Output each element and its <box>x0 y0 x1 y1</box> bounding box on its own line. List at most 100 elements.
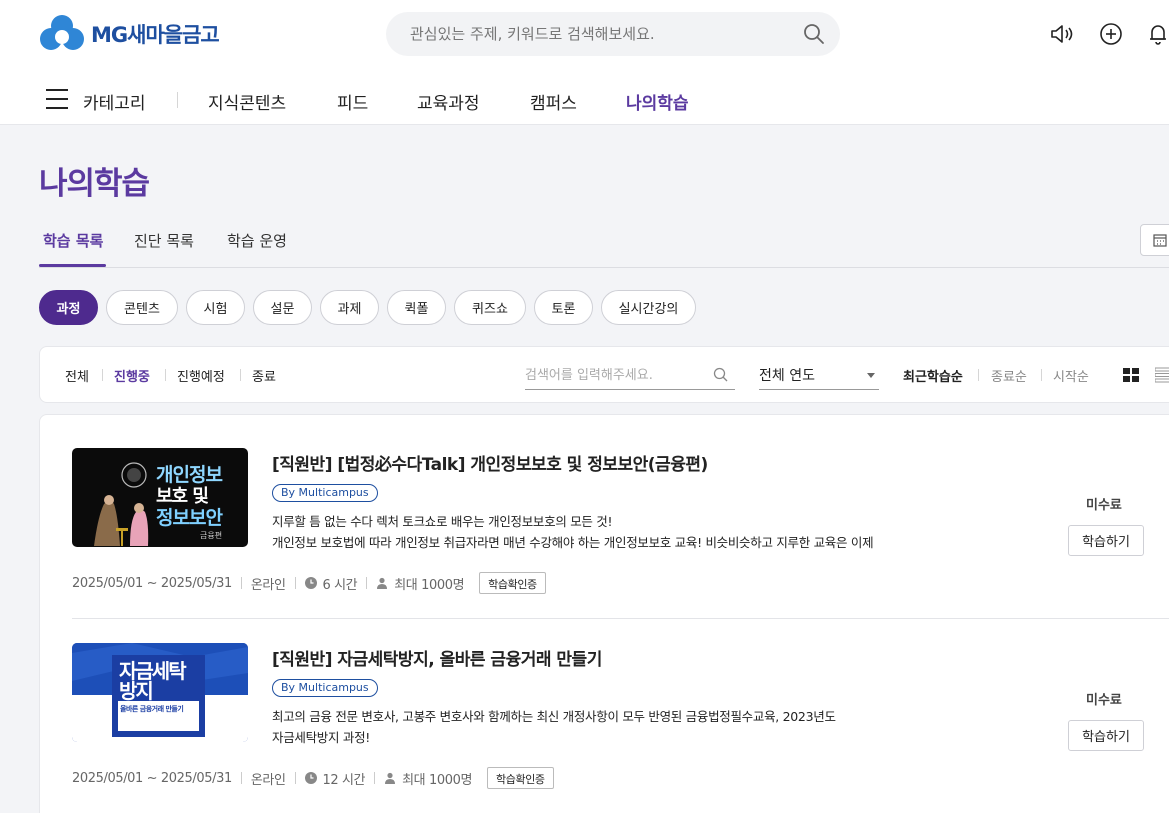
nav-category[interactable]: 카테고리 <box>83 89 146 114</box>
sort-start-date[interactable]: 시작순 <box>1053 366 1089 385</box>
sort-recent[interactable]: 최근학습순 <box>903 366 963 385</box>
status-ended[interactable]: 종료 <box>252 366 276 385</box>
status-upcoming[interactable]: 진행예정 <box>177 366 225 385</box>
course-capacity: 최대 1000명 <box>402 772 473 788</box>
person-icon <box>377 577 388 589</box>
course-hours: 12 시간 <box>322 772 366 788</box>
chip-content[interactable]: 콘텐츠 <box>106 290 178 325</box>
provider-badge: By Multicampus <box>272 484 378 502</box>
active-tab-indicator <box>39 264 106 267</box>
year-select-value: 전체 연도 <box>759 368 815 384</box>
course-title[interactable]: [직원반] [법정必수다Talk] 개인정보보호 및 정보보안(금융편) <box>272 450 708 475</box>
tab-diagnosis-list[interactable]: 진단 목록 <box>134 230 194 251</box>
nav-my-learning[interactable]: 나의학습 <box>626 89 689 114</box>
person-icon <box>385 772 396 784</box>
chip-exam[interactable]: 시험 <box>186 290 245 325</box>
divider <box>102 369 103 381</box>
completion-status: 미수료 <box>1086 498 1122 513</box>
chip-survey[interactable]: 설문 <box>253 290 312 325</box>
course-capacity: 최대 1000명 <box>394 577 465 593</box>
learning-tabs: 학습 목록 진단 목록 학습 운영 <box>39 226 1169 268</box>
divider <box>294 772 296 784</box>
tab-learning-list[interactable]: 학습 목록 <box>43 230 103 251</box>
course-mode: 온라인 <box>250 577 286 593</box>
divider <box>366 577 368 589</box>
course-list: 개인정보 보호 및 정보보안 금융편 [직원반] [법정必수다Talk] 개인정… <box>39 414 1169 813</box>
chip-quiz-show[interactable]: 퀴즈쇼 <box>454 290 526 325</box>
divider <box>165 369 166 381</box>
course-title[interactable]: [직원반] 자금세탁방지, 올바른 금융거래 만들기 <box>272 645 602 670</box>
study-button[interactable]: 학습하기 <box>1068 525 1144 556</box>
divider <box>240 369 241 381</box>
year-select[interactable]: 전체 연도 <box>759 361 879 390</box>
study-button[interactable]: 학습하기 <box>1068 720 1144 751</box>
divider <box>294 577 296 589</box>
course-description: 지루할 틈 없는 수다 렉처 토크쇼로 배우는 개인정보보호의 모든 것! 개인… <box>272 511 1052 553</box>
nav-knowledge-content[interactable]: 지식콘텐츠 <box>208 89 286 114</box>
global-search <box>386 12 840 56</box>
chip-assignment[interactable]: 과제 <box>320 290 379 325</box>
clock-icon <box>304 577 317 589</box>
chip-discussion[interactable]: 토론 <box>534 290 593 325</box>
divider <box>240 577 242 589</box>
keyword-search <box>525 361 735 390</box>
sort-end-date[interactable]: 종료순 <box>991 366 1027 385</box>
clock-icon <box>304 772 317 784</box>
course-mode: 온라인 <box>250 772 286 788</box>
item-divider <box>72 618 1169 619</box>
speaker-icon[interactable] <box>1049 21 1075 47</box>
top-header: MG새마을금고 카테고리 지식콘텐츠 피드 교육과정 캠퍼스 나의학습 <box>0 0 1169 125</box>
course-hours: 6 시간 <box>322 577 358 593</box>
certificate-badge: 학습확인증 <box>479 572 546 594</box>
course-period: 2025/05/01 ~ 2025/05/31 <box>72 575 232 591</box>
search-input[interactable] <box>410 12 790 56</box>
logo[interactable]: MG새마을금고 <box>39 13 220 55</box>
nav-campus[interactable]: 캠퍼스 <box>530 89 577 114</box>
thumb-small-caption: 금융편 <box>200 531 223 540</box>
provider-badge: By Multicampus <box>272 679 378 697</box>
hamburger-menu-icon[interactable] <box>46 89 68 109</box>
status-in-progress[interactable]: 진행중 <box>114 366 150 385</box>
page-title: 나의학습 <box>39 166 150 202</box>
chip-live-lecture[interactable]: 실시간강의 <box>601 290 696 325</box>
nav-divider <box>177 92 178 108</box>
bell-icon[interactable] <box>1145 21 1169 47</box>
list-view-icon[interactable] <box>1155 367 1169 383</box>
description-line-1: 최고의 금융 전문 변호사, 고봉주 변호사와 함께하는 최신 개정사항이 모두… <box>272 709 836 724</box>
completion-status: 미수료 <box>1086 693 1122 708</box>
tab-learning-operation[interactable]: 학습 운영 <box>227 230 287 251</box>
description-line-2: 자금세탁방지 과정! <box>272 730 370 745</box>
plus-circle-icon[interactable] <box>1098 21 1124 47</box>
main-nav: 카테고리 지식콘텐츠 피드 교육과정 캠퍼스 나의학습 <box>0 75 1169 125</box>
filter-bar: 전체 진행중 진행예정 종료 전체 연도 최근학습순 종료순 시작순 <box>39 346 1169 403</box>
chip-quick-poll[interactable]: 퀵폴 <box>387 290 446 325</box>
course-meta: 2025/05/01 ~ 2025/05/31 온라인 6 시간 최대 1000… <box>72 572 546 594</box>
course-thumbnail[interactable]: 자금세탁 방지 올바른 금융거래 만들기 <box>72 643 248 742</box>
thumb-line-3: 정보보안 <box>156 507 223 529</box>
thumb-small-caption: 올바른 금융거래 만들기 <box>120 705 184 713</box>
search-icon[interactable] <box>713 367 729 383</box>
course-meta: 2025/05/01 ~ 2025/05/31 온라인 12 시간 최대 100… <box>72 767 554 789</box>
caret-down-icon <box>867 373 875 378</box>
clover-logo-icon <box>40 15 84 50</box>
chip-course[interactable]: 과정 <box>39 290 98 325</box>
divider <box>240 772 242 784</box>
course-description: 최고의 금융 전문 변호사, 고봉주 변호사와 함께하는 최신 개정사항이 모두… <box>272 706 1052 748</box>
grid-view-icon[interactable] <box>1123 367 1139 383</box>
nav-feed[interactable]: 피드 <box>337 89 368 114</box>
keyword-input[interactable] <box>525 361 705 389</box>
description-line-1: 지루할 틈 없는 수다 렉처 토크쇼로 배우는 개인정보보호의 모든 것! <box>272 514 613 529</box>
calendar-icon <box>1153 234 1167 247</box>
divider <box>374 772 376 784</box>
status-all[interactable]: 전체 <box>65 366 89 385</box>
course-period: 2025/05/01 ~ 2025/05/31 <box>72 770 232 786</box>
description-line-2: 개인정보 보호법에 따라 개인정보 취급자라면 매년 수강해야 하는 개인정보보… <box>272 535 874 550</box>
certificate-badge: 학습확인증 <box>487 767 554 789</box>
thumb-line-2: 방지 <box>119 679 154 703</box>
search-icon[interactable] <box>802 22 826 46</box>
calendar-button[interactable] <box>1140 224 1169 256</box>
course-thumbnail[interactable]: 개인정보 보호 및 정보보안 금융편 <box>72 448 248 547</box>
logo-text: MG새마을금고 <box>91 23 220 47</box>
divider <box>978 369 979 381</box>
nav-curriculum[interactable]: 교육과정 <box>417 89 480 114</box>
